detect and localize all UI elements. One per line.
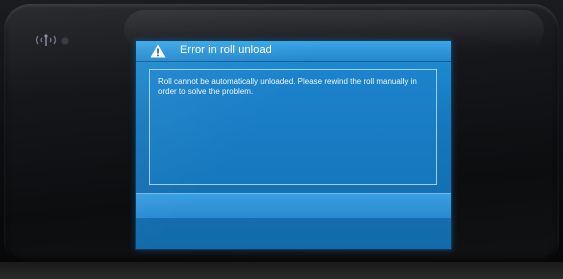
status-led: [62, 38, 68, 44]
error-message-box: Roll cannot be automatically unloaded. P…: [149, 69, 437, 185]
wifi-icon: [35, 34, 57, 46]
dialog-button-bar[interactable]: [136, 193, 451, 218]
surface-below-device: [0, 262, 563, 279]
dialog-title-bar: Error in roll unload: [136, 41, 451, 62]
photo-scene: Error in roll unload Roll cannot be auto…: [0, 0, 563, 279]
error-message-text: Roll cannot be automatically unloaded. P…: [158, 77, 417, 96]
touchscreen-display[interactable]: Error in roll unload Roll cannot be auto…: [135, 40, 452, 250]
dialog-title: Error in roll unload: [180, 44, 272, 56]
warning-icon: [150, 44, 166, 58]
